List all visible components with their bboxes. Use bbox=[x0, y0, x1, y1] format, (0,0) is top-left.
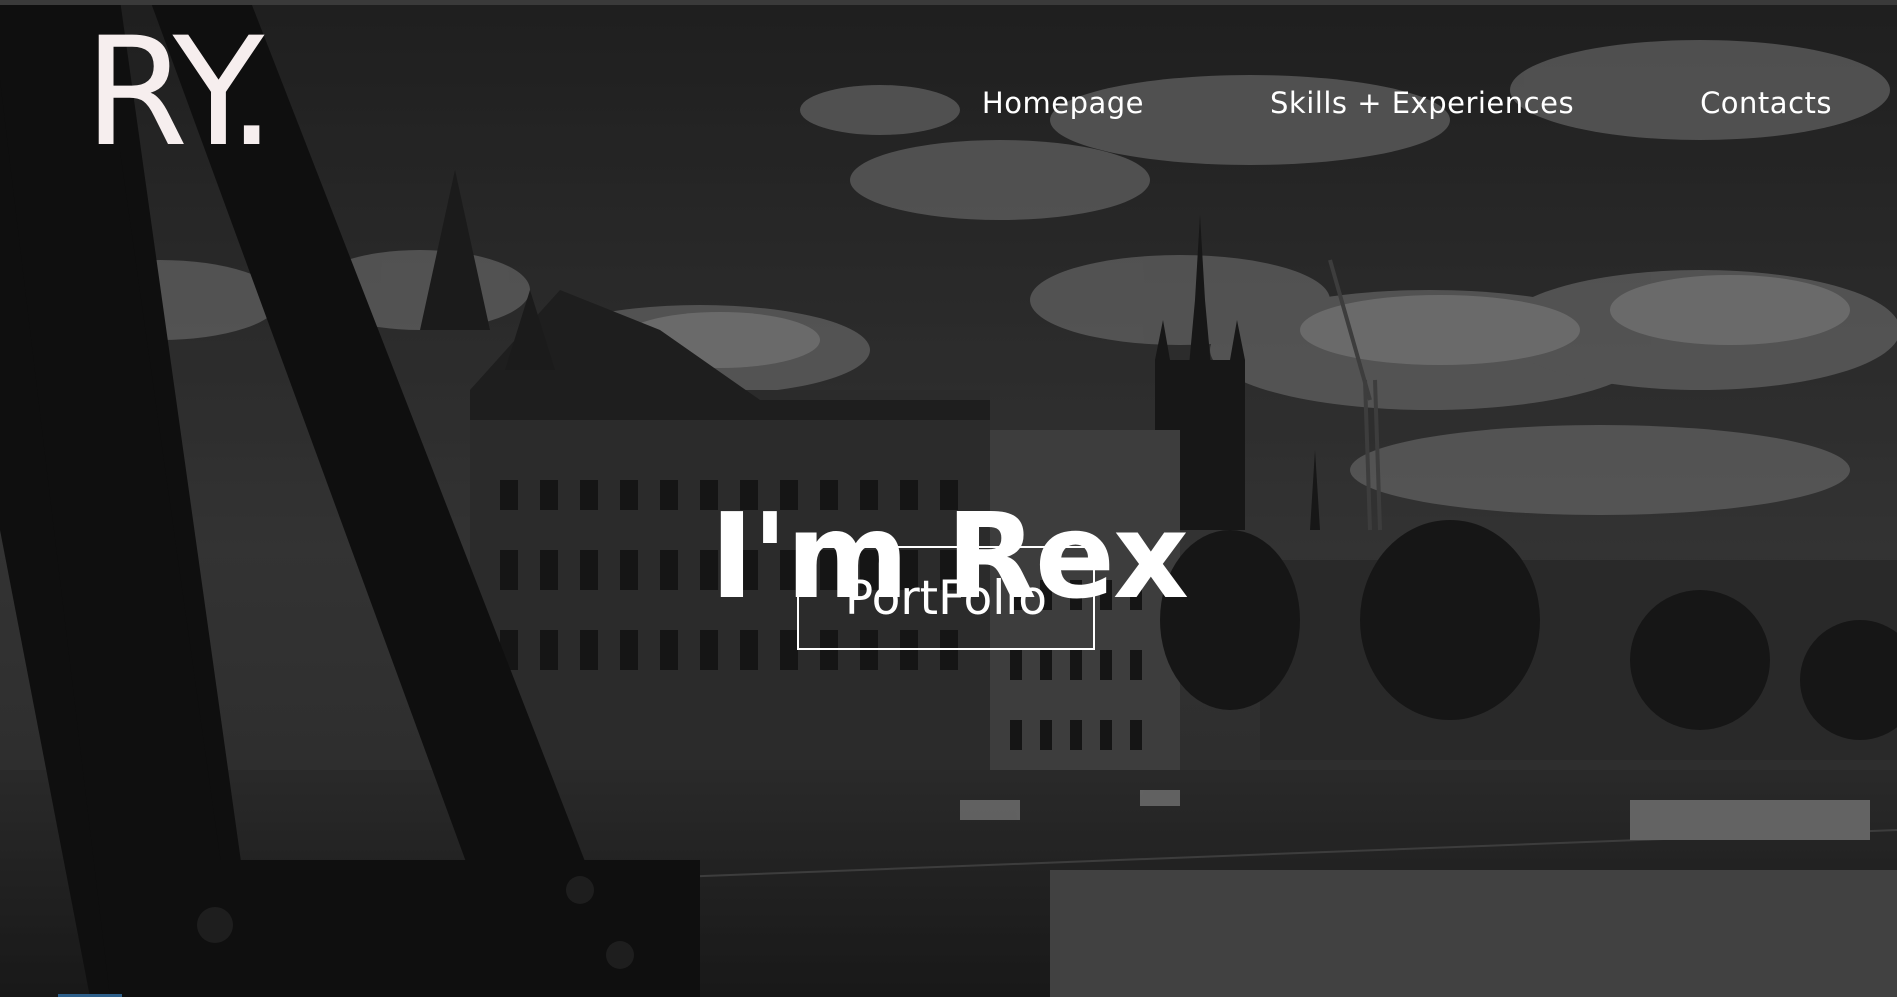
main-nav: Homepage Skills + Experiences Contacts bbox=[982, 86, 1832, 120]
site-logo[interactable]: RY. bbox=[84, 18, 276, 168]
nav-homepage[interactable]: Homepage bbox=[982, 86, 1144, 120]
nav-skills-experiences[interactable]: Skills + Experiences bbox=[1270, 86, 1574, 120]
page: RY. Homepage Skills + Experiences Contac… bbox=[0, 0, 1897, 997]
top-bar bbox=[0, 0, 1897, 5]
nav-contacts[interactable]: Contacts bbox=[1700, 86, 1832, 120]
portfolio-button[interactable]: PortFolio bbox=[797, 546, 1095, 650]
